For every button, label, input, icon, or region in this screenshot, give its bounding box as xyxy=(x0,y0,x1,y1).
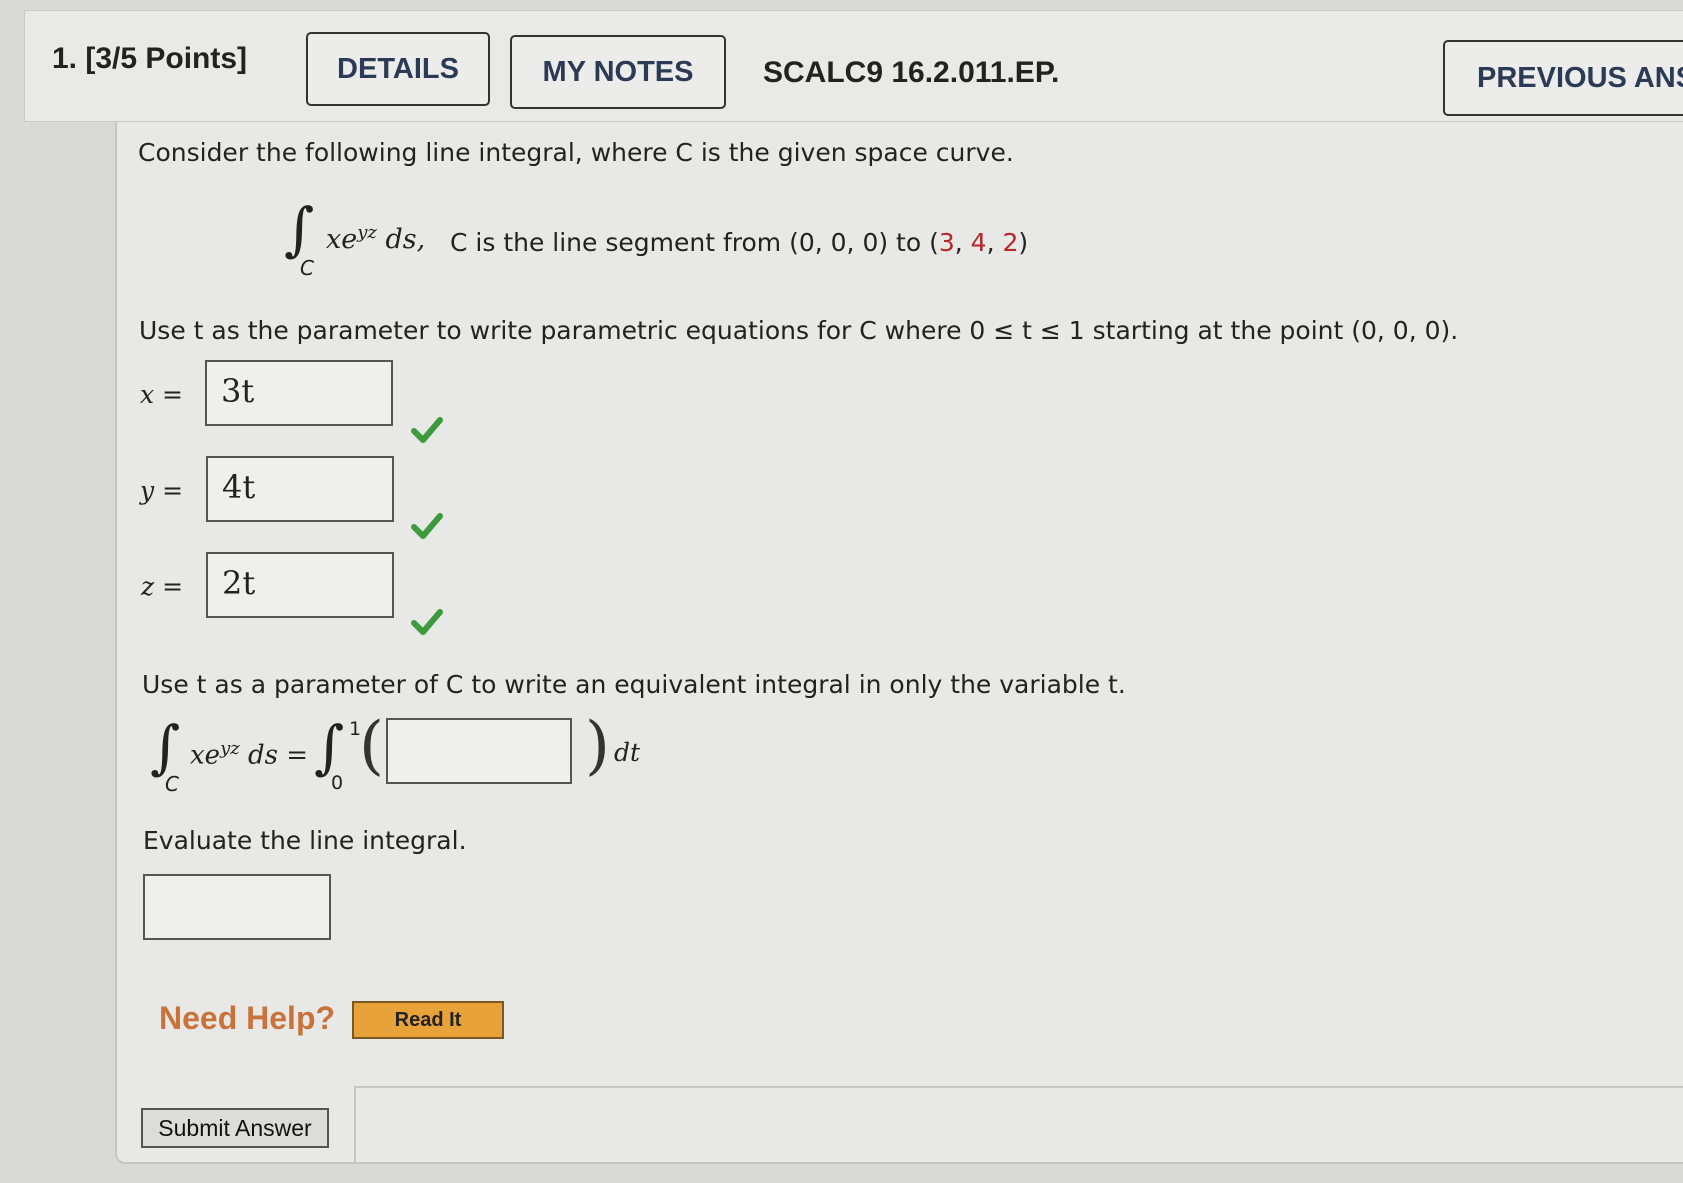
problem-code: SCALC9 16.2.011.EP. xyxy=(763,56,1060,89)
final-answer-input[interactable] xyxy=(143,874,331,940)
curve-sep: , xyxy=(986,228,1003,257)
lhs-integrand: xeyz ds = xyxy=(190,738,308,771)
integrand-exponent: yz xyxy=(357,222,377,243)
curve-endpoint-z: 2 xyxy=(1002,228,1019,257)
curve-close: ) xyxy=(1018,228,1029,257)
lower-limit: 0 xyxy=(331,772,344,794)
z-label: z = xyxy=(141,572,184,601)
x-input[interactable]: 3t xyxy=(205,360,393,426)
curve-sep: , xyxy=(954,228,971,257)
curve-endpoint-y: 4 xyxy=(970,228,987,257)
integrand-base: xe xyxy=(326,224,358,255)
integral-sign-icon: ∫ xyxy=(150,713,181,781)
read-it-button[interactable]: Read It xyxy=(352,1001,504,1039)
check-icon xyxy=(411,513,443,539)
lhs-ds: ds = xyxy=(247,740,309,771)
equiv-instruction: Use t as a parameter of C to write an eq… xyxy=(142,670,1126,699)
y-input[interactable]: 4t xyxy=(206,456,394,522)
integral-subscript: C xyxy=(165,772,179,796)
check-icon xyxy=(411,417,443,443)
integral-subscript: C xyxy=(300,256,314,280)
problem-intro: Consider the following line integral, wh… xyxy=(138,138,1014,167)
need-help-label: Need Help? xyxy=(159,1000,336,1036)
previous-answers-button[interactable]: PREVIOUS ANS xyxy=(1443,40,1683,116)
integrand: xeyz ds, xyxy=(326,222,425,255)
details-button[interactable]: DETAILS xyxy=(306,32,490,106)
my-notes-button[interactable]: MY NOTES xyxy=(510,35,726,109)
x-label: x = xyxy=(140,380,183,409)
question-number: 1. [3/5 Points] xyxy=(52,42,248,75)
left-paren: ( xyxy=(359,709,384,783)
dt-label: dt xyxy=(614,738,641,767)
curve-desc-text: C is the line segment from (0, 0, 0) to … xyxy=(450,228,939,257)
divider xyxy=(354,1086,356,1162)
divider xyxy=(355,1086,1683,1088)
integrand-ds: ds, xyxy=(385,224,426,255)
integrand-exponent: yz xyxy=(220,738,240,759)
integral-sign-icon: ∫ xyxy=(314,713,345,781)
question-body xyxy=(115,122,1683,1164)
integrand-input[interactable] xyxy=(386,718,572,784)
y-label: y = xyxy=(140,476,184,505)
integrand-base: xe xyxy=(190,740,221,771)
right-paren: ) xyxy=(585,709,610,783)
integral-sign-icon: ∫ xyxy=(284,195,315,263)
param-instruction: Use t as the parameter to write parametr… xyxy=(139,316,1459,345)
submit-answer-button[interactable]: Submit Answer xyxy=(141,1108,329,1148)
curve-endpoint-x: 3 xyxy=(938,228,955,257)
z-input[interactable]: 2t xyxy=(206,552,394,618)
check-icon xyxy=(411,609,443,635)
curve-description: C is the line segment from (0, 0, 0) to … xyxy=(450,228,1028,257)
evaluate-instruction: Evaluate the line integral. xyxy=(143,826,467,855)
